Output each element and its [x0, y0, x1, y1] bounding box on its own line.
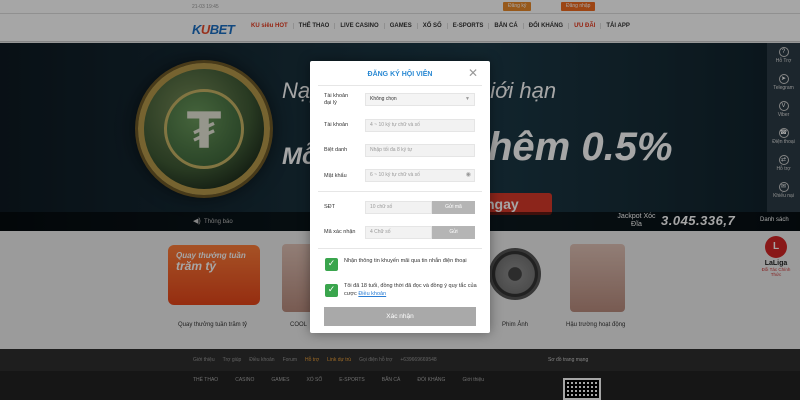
- divider: [318, 191, 482, 192]
- terms-link[interactable]: Điều khoản: [358, 291, 386, 297]
- terms-text: Tôi đã 18 tuổi, đồng thời đã đọc và đồng…: [344, 283, 477, 297]
- code-label: Mã xác nhận: [324, 229, 356, 235]
- register-modal: ĐĂNG KÝ HỘI VIÊN ✕ Tài khoản đại lý Không…: [310, 61, 490, 333]
- nickname-label: Biệt danh: [324, 147, 348, 153]
- terms-checkbox[interactable]: ✓: [325, 284, 338, 297]
- password-input[interactable]: 6 ~ 10 ký tự chữ và số ◉: [365, 169, 475, 182]
- agent-select[interactable]: Không chọn ▼: [365, 93, 475, 106]
- eye-icon[interactable]: ◉: [466, 170, 471, 181]
- divider: [318, 248, 482, 249]
- confirm-button[interactable]: Xác nhận: [324, 307, 476, 326]
- send-button[interactable]: Gửi: [432, 226, 475, 239]
- page: 21-03 19:45 Đăng ký Đăng nhập KUBET KU s…: [0, 0, 800, 400]
- phone-label: SĐT: [324, 204, 335, 210]
- divider: [318, 85, 482, 86]
- code-input[interactable]: 4 Chữ số: [365, 226, 432, 239]
- promo-optin-checkbox[interactable]: ✓: [325, 258, 338, 271]
- modal-title: ĐĂNG KÝ HỘI VIÊN: [367, 71, 433, 78]
- promo-optin-text: Nhận thông tin khuyến mãi qua tin nhắn đ…: [344, 258, 467, 264]
- phone-input[interactable]: 10 chữ số: [365, 201, 432, 214]
- send-code-button[interactable]: Gửi mã: [432, 201, 475, 214]
- account-label: Tài khoản: [324, 122, 349, 128]
- nickname-input[interactable]: Nhập tối đa 8 ký tự: [365, 144, 475, 157]
- close-icon[interactable]: ✕: [468, 67, 478, 79]
- chevron-down-icon: ▼: [465, 96, 470, 102]
- account-input[interactable]: 4 ~ 10 ký tự chữ và số: [365, 119, 475, 132]
- password-label: Mật khẩu: [324, 173, 347, 179]
- agent-label: Tài khoản đại lý: [324, 93, 349, 106]
